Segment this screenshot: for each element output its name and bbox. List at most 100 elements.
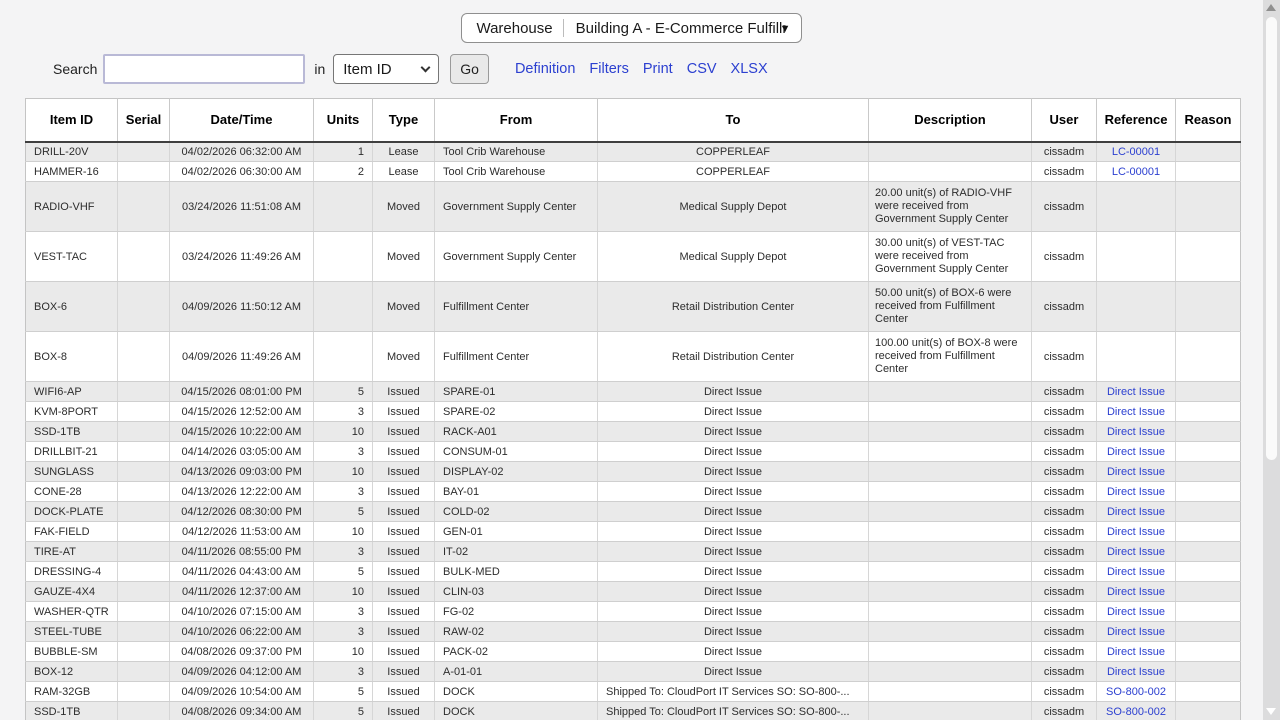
cell-description — [869, 142, 1032, 162]
cell-date-time: 04/12/2026 08:30:00 PM — [170, 502, 314, 522]
cell-serial — [118, 542, 170, 562]
cell-description — [869, 562, 1032, 582]
table-row: WASHER-QTR04/10/2026 07:15:00 AM3IssuedF… — [26, 602, 1241, 622]
reference-link[interactable]: LC-00001 — [1112, 166, 1160, 178]
cell-serial — [118, 382, 170, 402]
cell-type: Moved — [373, 182, 435, 232]
reference-link[interactable]: Direct Issue — [1107, 506, 1165, 518]
cell-item-id: FAK-FIELD — [26, 522, 118, 542]
xlsx-link[interactable]: XLSX — [731, 61, 768, 77]
cell-units: 10 — [314, 462, 373, 482]
reference-link[interactable]: Direct Issue — [1107, 626, 1165, 638]
cell-item-id: STEEL-TUBE — [26, 622, 118, 642]
warehouse-dropdown[interactable]: Building A - E-Commerce Fulfillment ▼ — [564, 20, 791, 37]
cell-description — [869, 682, 1032, 702]
cell-serial — [118, 182, 170, 232]
cell-item-id: SSD-1TB — [26, 702, 118, 720]
cell-to: Direct Issue — [598, 642, 869, 662]
toolbar-links: Definition Filters Print CSV XLSX — [501, 61, 768, 77]
reference-link[interactable]: LC-00001 — [1112, 146, 1160, 158]
cell-description — [869, 402, 1032, 422]
reference-link[interactable]: Direct Issue — [1107, 466, 1165, 478]
cell-user: cissadm — [1032, 582, 1097, 602]
reference-link[interactable]: SO-800-002 — [1106, 686, 1166, 698]
cell-user: cissadm — [1032, 442, 1097, 462]
cell-item-id: VEST-TAC — [26, 232, 118, 282]
reference-link[interactable]: SO-800-002 — [1106, 706, 1166, 718]
cell-serial — [118, 422, 170, 442]
cell-reason — [1176, 582, 1241, 602]
warehouse-selector[interactable]: Warehouse Building A - E-Commerce Fulfil… — [461, 13, 801, 43]
table-row: RAM-32GB04/09/2026 10:54:00 AM5IssuedDOC… — [26, 682, 1241, 702]
vertical-scrollbar[interactable] — [1263, 0, 1280, 720]
cell-date-time: 04/14/2026 03:05:00 AM — [170, 442, 314, 462]
cell-item-id: BUBBLE-SM — [26, 642, 118, 662]
reference-link[interactable]: Direct Issue — [1107, 446, 1165, 458]
scrollbar-thumb[interactable] — [1266, 17, 1277, 460]
cell-user: cissadm — [1032, 332, 1097, 382]
cell-type: Issued — [373, 442, 435, 462]
cell-to: Direct Issue — [598, 522, 869, 542]
go-button[interactable]: Go — [450, 54, 489, 84]
reference-link[interactable]: Direct Issue — [1107, 386, 1165, 398]
cell-to: Direct Issue — [598, 582, 869, 602]
cell-item-id: CONE-28 — [26, 482, 118, 502]
reference-link[interactable]: Direct Issue — [1107, 646, 1165, 658]
chevron-down-icon — [421, 62, 431, 72]
cell-reference: Direct Issue — [1097, 382, 1176, 402]
cell-reference — [1097, 282, 1176, 332]
cell-units — [314, 232, 373, 282]
cell-item-id: RADIO-VHF — [26, 182, 118, 232]
column-header-units: Units — [314, 99, 373, 142]
reference-link[interactable]: Direct Issue — [1107, 566, 1165, 578]
csv-link[interactable]: CSV — [687, 61, 717, 77]
cell-reference: Direct Issue — [1097, 502, 1176, 522]
reference-link[interactable]: Direct Issue — [1107, 486, 1165, 498]
definition-link[interactable]: Definition — [515, 61, 575, 77]
reference-link[interactable]: Direct Issue — [1107, 426, 1165, 438]
cell-to: Direct Issue — [598, 602, 869, 622]
cell-date-time: 04/11/2026 12:37:00 AM — [170, 582, 314, 602]
cell-to: Retail Distribution Center — [598, 332, 869, 382]
reference-link[interactable]: Direct Issue — [1107, 606, 1165, 618]
cell-date-time: 04/02/2026 06:32:00 AM — [170, 142, 314, 162]
cell-description — [869, 522, 1032, 542]
scroll-up-arrow-icon[interactable] — [1266, 4, 1276, 11]
search-input[interactable] — [103, 54, 305, 84]
cell-from: Government Supply Center — [435, 232, 598, 282]
cell-date-time: 03/24/2026 11:49:26 AM — [170, 232, 314, 282]
cell-type: Lease — [373, 162, 435, 182]
print-link[interactable]: Print — [643, 61, 673, 77]
reference-link[interactable]: Direct Issue — [1107, 406, 1165, 418]
search-field-select[interactable]: Item ID — [333, 54, 439, 84]
reference-link[interactable]: Direct Issue — [1107, 526, 1165, 538]
cell-user: cissadm — [1032, 142, 1097, 162]
table-row: STEEL-TUBE04/10/2026 06:22:00 AM3IssuedR… — [26, 622, 1241, 642]
cell-units — [314, 332, 373, 382]
cell-from: GEN-01 — [435, 522, 598, 542]
cell-from: SPARE-02 — [435, 402, 598, 422]
table-row: DOCK-PLATE04/12/2026 08:30:00 PM5IssuedC… — [26, 502, 1241, 522]
cell-serial — [118, 282, 170, 332]
cell-user: cissadm — [1032, 232, 1097, 282]
cell-type: Moved — [373, 332, 435, 382]
cell-date-time: 04/12/2026 11:53:00 AM — [170, 522, 314, 542]
reference-link[interactable]: Direct Issue — [1107, 546, 1165, 558]
table-row: HAMMER-1604/02/2026 06:30:00 AM2LeaseToo… — [26, 162, 1241, 182]
filters-link[interactable]: Filters — [589, 61, 628, 77]
reference-link[interactable]: Direct Issue — [1107, 586, 1165, 598]
cell-from: DOCK — [435, 682, 598, 702]
cell-item-id: DRESSING-4 — [26, 562, 118, 582]
cell-type: Issued — [373, 422, 435, 442]
cell-item-id: DRILL-20V — [26, 142, 118, 162]
reference-link[interactable]: Direct Issue — [1107, 666, 1165, 678]
cell-reference: Direct Issue — [1097, 482, 1176, 502]
cell-user: cissadm — [1032, 642, 1097, 662]
cell-units — [314, 282, 373, 332]
scroll-down-arrow-icon[interactable] — [1266, 708, 1276, 715]
cell-reference: SO-800-002 — [1097, 702, 1176, 720]
cell-reason — [1176, 142, 1241, 162]
cell-to: Medical Supply Depot — [598, 182, 869, 232]
cell-serial — [118, 702, 170, 720]
cell-serial — [118, 402, 170, 422]
